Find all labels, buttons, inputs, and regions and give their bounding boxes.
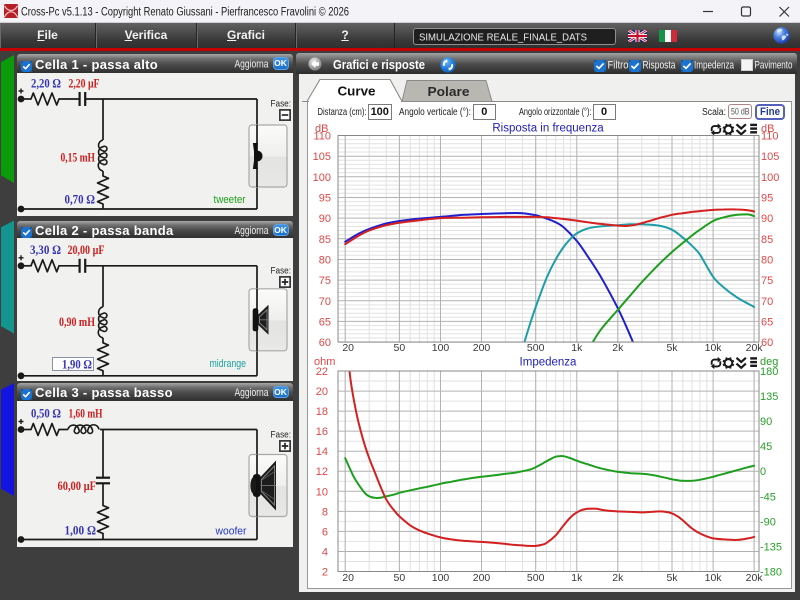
svg-text:0,15 mH: 0,15 mH [61, 150, 96, 165]
svg-text:Angolo verticale (°):: Angolo verticale (°): [399, 107, 471, 118]
svg-text:Scala:: Scala: [702, 107, 726, 118]
svg-text:2,20 Ω: 2,20 Ω [31, 76, 61, 91]
svg-text:0,90 mH: 0,90 mH [59, 314, 95, 329]
svg-text:2,20 µF: 2,20 µF [69, 76, 100, 91]
svg-text:Aggiorna: Aggiorna [235, 225, 270, 237]
svg-text:20,00 µF: 20,00 µF [68, 242, 105, 257]
svg-text:Fine: Fine [760, 106, 780, 118]
svg-text:Curve: Curve [338, 84, 376, 99]
svg-text:tweeter: tweeter [214, 194, 246, 206]
svg-text:Aggiorna: Aggiorna [235, 387, 270, 399]
svg-text:0,70 Ω: 0,70 Ω [65, 192, 96, 207]
svg-text:Fase:: Fase: [271, 430, 292, 441]
svg-text:1,60 mH: 1,60 mH [69, 406, 103, 421]
svg-text:Grafici e risposte: Grafici e risposte [333, 57, 425, 72]
svg-text:woofer: woofer [215, 526, 247, 538]
svg-text:midrange: midrange [210, 358, 247, 370]
svg-text:Distanza (cm):: Distanza (cm): [318, 107, 367, 118]
svg-text:1,90 Ω: 1,90 Ω [62, 357, 92, 372]
svg-text:Cross-Pc v5.1.13 - Copyright R: Cross-Pc v5.1.13 - Copyright Renato Gius… [21, 7, 349, 19]
svg-text:Fase:: Fase: [271, 266, 292, 277]
svg-text:Fase:: Fase: [271, 99, 292, 110]
svg-text:0,50 Ω: 0,50 Ω [31, 406, 61, 421]
svg-text:3,30 Ω: 3,30 Ω [30, 242, 61, 257]
svg-text:60,00 µF: 60,00 µF [58, 478, 97, 493]
svg-text:Angolo orizzontale (°):: Angolo orizzontale (°): [519, 107, 592, 118]
svg-text:SIMULAZIONE REALE_FINALE_DATS: SIMULAZIONE REALE_FINALE_DATS [419, 32, 587, 44]
svg-text:Impedenza: Impedenza [694, 60, 735, 72]
svg-text:50 dB: 50 dB [731, 107, 750, 117]
svg-text:1,00 Ω: 1,00 Ω [65, 523, 97, 538]
svg-text:Aggiorna: Aggiorna [235, 59, 270, 71]
svg-text:Pavimento: Pavimento [755, 60, 793, 72]
svg-text:Risposta: Risposta [643, 60, 677, 72]
svg-text:Polare: Polare [428, 84, 470, 99]
svg-text:Filtro: Filtro [608, 60, 629, 72]
